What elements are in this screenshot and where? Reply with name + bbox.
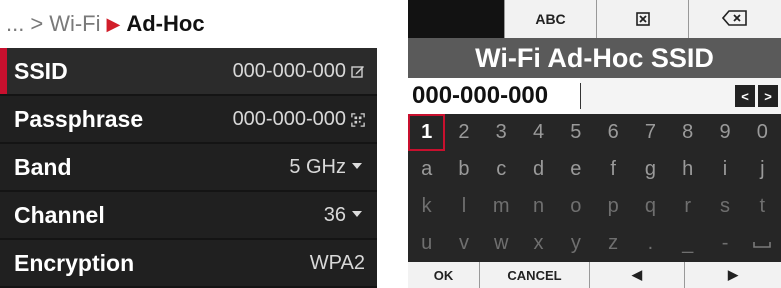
key[interactable]: n <box>520 188 557 225</box>
breadcrumb-current-marker: ▶ <box>106 13 121 34</box>
edit-icon[interactable] <box>351 64 365 78</box>
abc-mode-button[interactable]: ABC <box>504 0 596 38</box>
backspace-icon <box>721 9 748 29</box>
text-cursor <box>580 83 581 109</box>
keyboard-toolbar: ABC <box>408 0 781 38</box>
key[interactable]: b <box>445 151 482 188</box>
setting-value: 000-000-000 <box>233 60 365 83</box>
key[interactable]: q <box>632 188 669 225</box>
breadcrumb-ellipsis[interactable]: ... <box>6 11 24 37</box>
breadcrumb-parent[interactable]: Wi-Fi <box>49 11 100 37</box>
setting-row-band[interactable]: Band 5 GHz <box>0 144 377 192</box>
space-key[interactable] <box>744 225 781 262</box>
key[interactable]: 2 <box>445 114 482 151</box>
key[interactable]: p <box>594 188 631 225</box>
key[interactable]: l <box>445 188 482 225</box>
passphrase-value: 000-000-000 <box>232 107 346 130</box>
key[interactable]: 8 <box>669 114 706 151</box>
key[interactable]: m <box>483 188 520 225</box>
setting-value: 000-000-000 <box>233 108 365 131</box>
selection-marker <box>0 48 7 94</box>
key[interactable]: f <box>594 151 631 188</box>
key[interactable]: . <box>632 225 669 262</box>
setting-label: Passphrase <box>14 105 144 132</box>
key[interactable]: 9 <box>706 114 743 151</box>
key[interactable]: o <box>557 188 594 225</box>
toolbar-spacer <box>408 0 504 38</box>
breadcrumb-current: Ad-Hoc <box>126 11 205 36</box>
cancel-button[interactable]: CANCEL <box>480 262 590 288</box>
key[interactable]: g <box>632 151 669 188</box>
clear-button[interactable] <box>596 0 688 38</box>
band-value: 5 GHz <box>289 155 346 178</box>
setting-label: Band <box>14 153 72 180</box>
breadcrumb: ... > Wi-Fi ▶ Ad-Hoc <box>0 0 377 48</box>
key[interactable]: v <box>445 225 482 262</box>
key[interactable]: h <box>669 151 706 188</box>
key[interactable]: 6 <box>594 114 631 151</box>
key[interactable]: 0 <box>744 114 781 151</box>
key[interactable]: c <box>483 151 520 188</box>
keyboard-row-digits: 1 2 3 4 5 6 7 8 9 0 <box>408 114 781 151</box>
keyboard-row-k-t: k l m n o p q r s t <box>408 188 781 225</box>
key[interactable]: 7 <box>632 114 669 151</box>
setting-row-channel[interactable]: Channel 36 <box>0 192 377 240</box>
key[interactable]: t <box>744 188 781 225</box>
key[interactable]: y <box>557 225 594 262</box>
move-left-button[interactable]: ◀ <box>590 262 685 288</box>
chevron-down-icon[interactable] <box>351 160 365 174</box>
keyboard-row-u-z: u v w x y z . _ - <box>408 225 781 262</box>
key[interactable]: d <box>520 151 557 188</box>
key[interactable]: j <box>744 151 781 188</box>
key[interactable]: 1 <box>408 114 446 151</box>
keyboard-panel: ABC Wi-Fi Ad-Hoc SSID 000-000-000 < > 1 … <box>408 0 781 288</box>
key[interactable]: r <box>669 188 706 225</box>
backspace-button[interactable] <box>688 0 781 38</box>
ssid-input-row: 000-000-000 < > <box>408 78 781 114</box>
key[interactable]: k <box>408 188 445 225</box>
key[interactable]: 3 <box>483 114 520 151</box>
keyboard-row-a-j: a b c d e f g h i j <box>408 151 781 188</box>
setting-row-encryption[interactable]: Encryption WPA2 <box>0 240 377 288</box>
key[interactable]: i <box>706 151 743 188</box>
settings-list: SSID 000-000-000 Passphrase 000-000-000 … <box>0 48 377 288</box>
key[interactable]: _ <box>669 225 706 262</box>
space-icon <box>753 232 772 255</box>
setting-label: SSID <box>14 57 68 84</box>
setting-row-ssid[interactable]: SSID 000-000-000 <box>0 48 377 96</box>
keyboard-title: Wi-Fi Ad-Hoc SSID <box>408 38 781 78</box>
settings-panel: ... > Wi-Fi ▶ Ad-Hoc SSID 000-000-000 Pa… <box>0 0 377 288</box>
ssid-input[interactable]: 000-000-000 <box>408 78 580 114</box>
key[interactable]: w <box>483 225 520 262</box>
setting-value: 36 <box>324 204 365 227</box>
key[interactable]: 5 <box>557 114 594 151</box>
key[interactable]: x <box>520 225 557 262</box>
channel-value: 36 <box>323 203 346 226</box>
ok-button[interactable]: OK <box>408 262 480 288</box>
key[interactable]: - <box>706 225 743 262</box>
key[interactable]: a <box>408 151 445 188</box>
encryption-value: WPA2 <box>309 251 365 274</box>
setting-label: Encryption <box>14 249 135 276</box>
ssid-value: 000-000-000 <box>232 59 346 82</box>
setting-value: WPA2 <box>310 252 365 275</box>
chevron-down-icon[interactable] <box>351 208 365 222</box>
setting-label: Channel <box>14 201 105 228</box>
key[interactable]: z <box>594 225 631 262</box>
setting-value: 5 GHz <box>289 156 365 179</box>
breadcrumb-separator: > <box>30 11 44 36</box>
key[interactable]: s <box>706 188 743 225</box>
move-right-button[interactable]: ▶ <box>685 262 781 288</box>
setting-row-passphrase[interactable]: Passphrase 000-000-000 <box>0 96 377 144</box>
key[interactable]: 4 <box>520 114 557 151</box>
qr-scan-icon[interactable] <box>351 112 365 127</box>
keyboard-grid: 1 2 3 4 5 6 7 8 9 0 a b c d e f g h i j … <box>408 114 781 262</box>
key[interactable]: u <box>408 225 445 262</box>
clear-box-icon <box>635 12 650 26</box>
key[interactable]: e <box>557 151 594 188</box>
cursor-left-button[interactable]: < <box>735 85 755 107</box>
cursor-right-button[interactable]: > <box>758 85 778 107</box>
keyboard-action-bar: OK CANCEL ◀ ▶ <box>408 262 781 288</box>
